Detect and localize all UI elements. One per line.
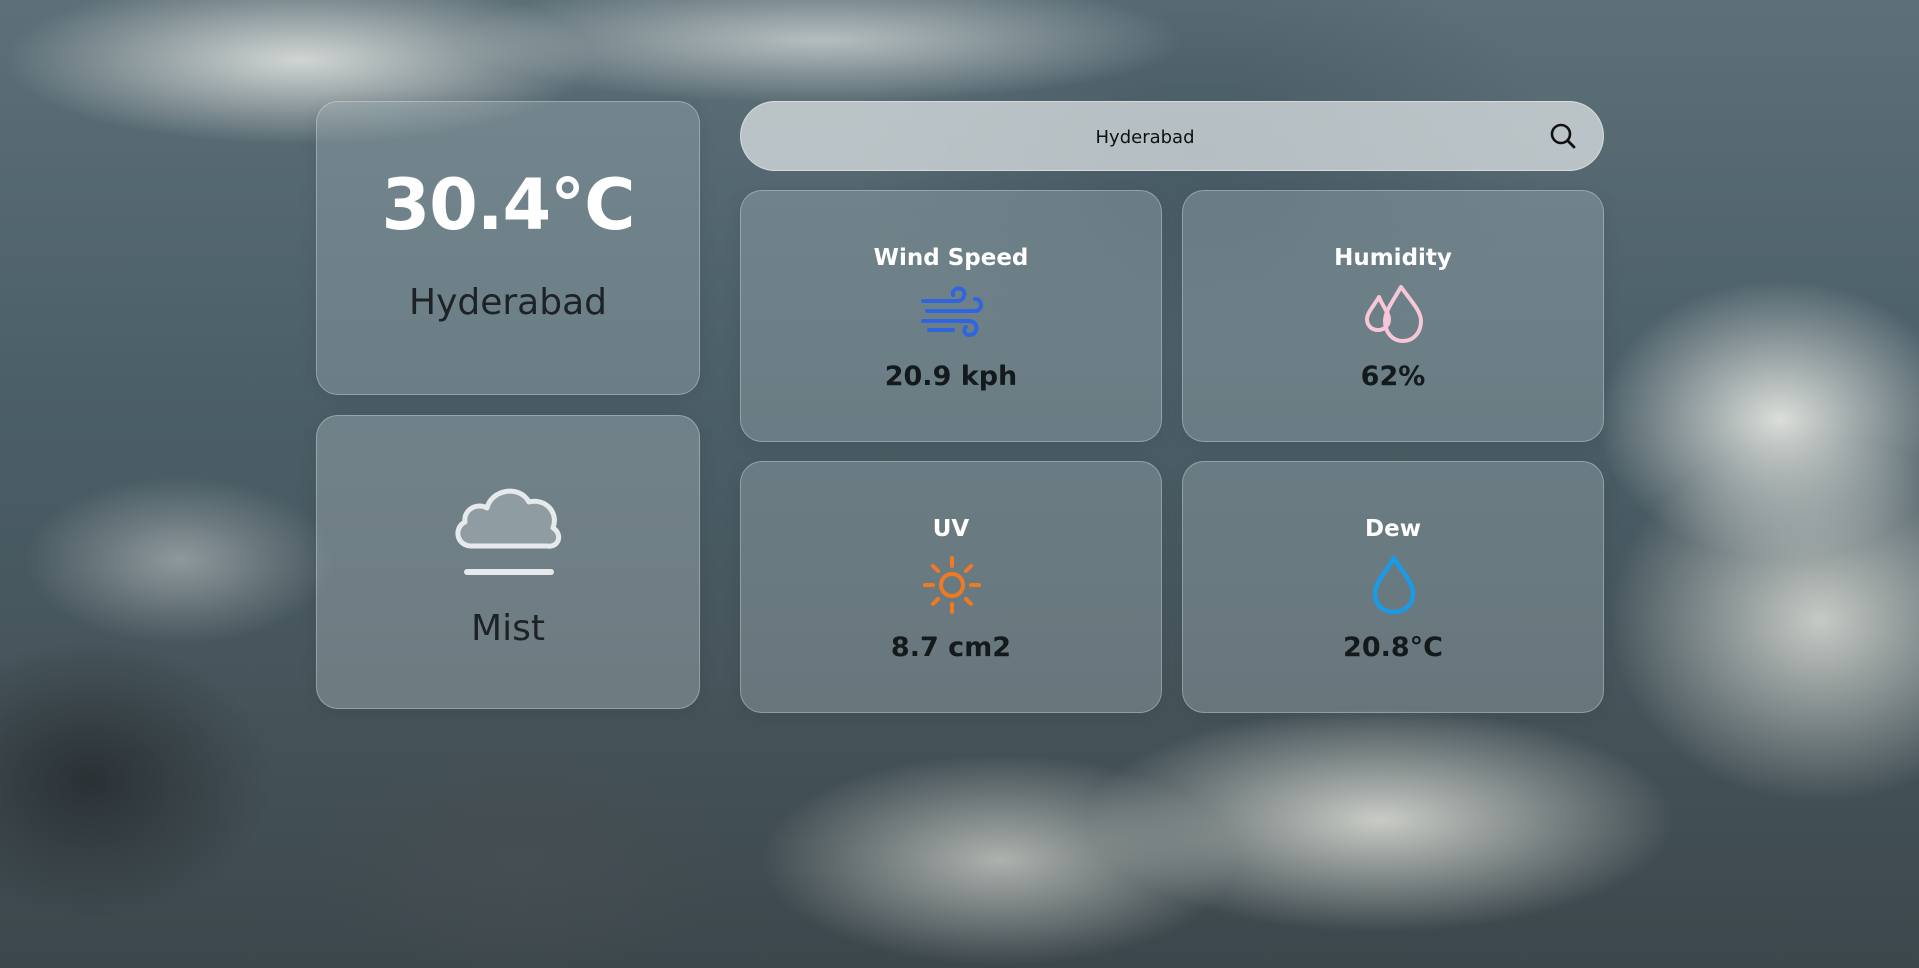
city-name: Hyderabad [409,282,607,323]
dew-card: Dew 20.8°C [1182,461,1604,713]
condition-card: Mist [316,415,700,709]
humidity-card: Humidity 62% [1182,190,1604,442]
uv-value: 8.7 cm2 [890,632,1012,663]
search-input[interactable] [771,102,1519,172]
dew-title: Dew [1365,516,1421,542]
condition-label: Mist [471,608,545,649]
search-icon [1550,123,1576,149]
water-drop-icon [1372,555,1416,615]
wind-speed-card: Wind Speed 20.9 kph [740,190,1162,442]
humidity-drops-icon [1365,285,1423,343]
temperature-value: 30.4°C [381,164,635,246]
wind-speed-value: 20.9 kph [884,361,1018,392]
search-bar [740,101,1604,172]
humidity-value: 62% [1360,361,1426,392]
wind-icon [921,286,983,338]
temperature-card: 30.4°C Hyderabad [316,101,700,395]
humidity-title: Humidity [1334,245,1452,271]
mist-cloud-icon [455,488,562,575]
uv-title: UV [932,516,970,542]
dew-value: 20.8°C [1343,632,1443,663]
wind-speed-title: Wind Speed [873,245,1029,271]
sun-icon [923,556,981,614]
uv-card: UV 8.7 cm2 [740,461,1162,713]
search-button[interactable] [1543,116,1583,156]
